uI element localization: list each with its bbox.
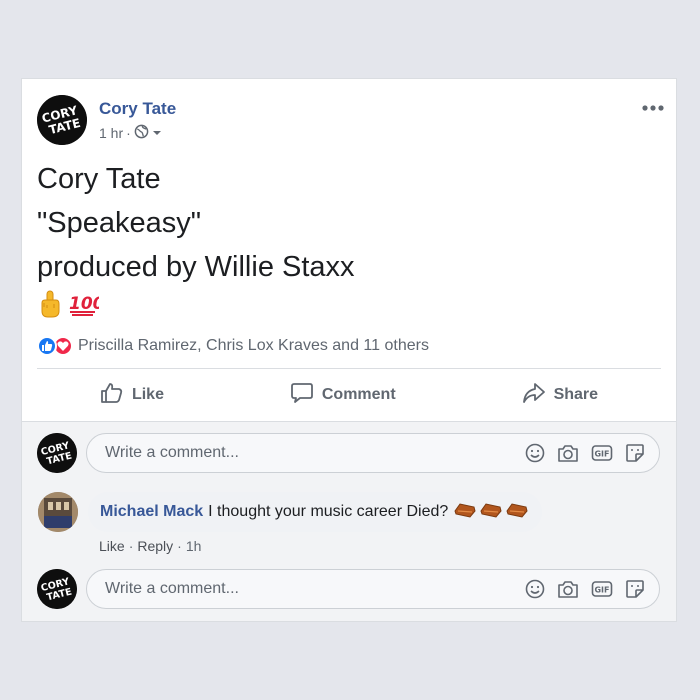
share-button-label: Share [553,386,599,403]
comment-separator: · [128,538,134,554]
like-reaction-icon [37,336,57,356]
post-meta: 1 hr · [99,124,162,142]
like-button[interactable]: Like [80,375,184,416]
coffin-emoji [454,502,476,523]
post-text-line: Cory Tate [37,163,161,195]
comment-time[interactable]: 1h [186,538,202,554]
reactions-text: Priscilla Ramirez, Chris Lox Kraves and … [78,337,429,354]
share-arrow-icon [522,381,546,410]
comment-composer[interactable]: GIF [86,433,660,473]
post-card: CORY TATE Cory Tate 1 hr · Cory Tate "Sp… [21,78,677,622]
coffin-emoji [506,502,528,523]
audience-dropdown-icon[interactable] [152,125,162,141]
camera-icon[interactable] [557,443,579,463]
coffin-emoji [480,502,502,523]
comment-text: I thought your music career Died? [208,503,449,520]
post-time[interactable]: 1 hr [99,125,123,141]
hundred-points-emoji: 100 [67,290,105,323]
gif-icon[interactable]: GIF [591,443,613,463]
author-name[interactable]: Cory Tate [99,99,176,119]
emoji-smiley-icon[interactable] [525,579,545,599]
svg-text:GIF: GIF [594,586,609,595]
comment-separator: · [177,538,182,554]
comment-input[interactable] [103,443,525,463]
svg-text:GIF: GIF [594,450,609,459]
composer-avatar[interactable]: CORY TATE [37,569,77,609]
comment-reply-link[interactable]: Reply [137,538,173,554]
meta-separator: · [126,125,131,141]
composer-avatar[interactable]: CORY TATE [37,433,77,473]
reactions-summary[interactable]: Priscilla Ramirez, Chris Lox Kraves and … [37,336,429,356]
middle-finger-emoji [39,290,61,323]
post-emoji-line: 100 [39,290,105,323]
comment-emojis [454,502,528,523]
commenter-avatar[interactable] [38,492,78,532]
comment-actions: Like · Reply · 1h [99,538,201,554]
post-text-line: "Speakeasy" [37,207,202,239]
more-options-icon[interactable] [642,95,664,116]
post-actions: Like Comment Share [37,370,661,420]
emoji-smiley-icon[interactable] [525,443,545,463]
post-text: Cory Tate "Speakeasy" produced by Willie… [37,157,355,289]
share-button[interactable]: Share [502,375,618,416]
composer-icons: GIF [525,579,645,599]
speech-bubble-icon [290,381,314,410]
composer-icons: GIF [525,443,645,463]
post-text-line: produced by Willie Staxx [37,251,355,283]
comment-composer[interactable]: GIF [86,569,660,609]
gif-icon[interactable]: GIF [591,579,613,599]
comment-bubble: Michael Mack I thought your music career… [88,492,543,532]
thumbs-up-icon [100,381,124,410]
commenter-name[interactable]: Michael Mack [100,503,203,521]
comment-input[interactable] [103,579,525,599]
like-button-label: Like [131,386,164,403]
comment-button[interactable]: Comment [270,375,416,416]
sticker-icon[interactable] [625,443,645,463]
sticker-icon[interactable] [625,579,645,599]
divider [37,368,661,369]
comment-like-link[interactable]: Like [99,538,125,554]
author-avatar[interactable]: CORY TATE [37,95,87,145]
comment-button-label: Comment [321,386,396,403]
globe-icon[interactable] [134,124,149,142]
camera-icon[interactable] [557,579,579,599]
